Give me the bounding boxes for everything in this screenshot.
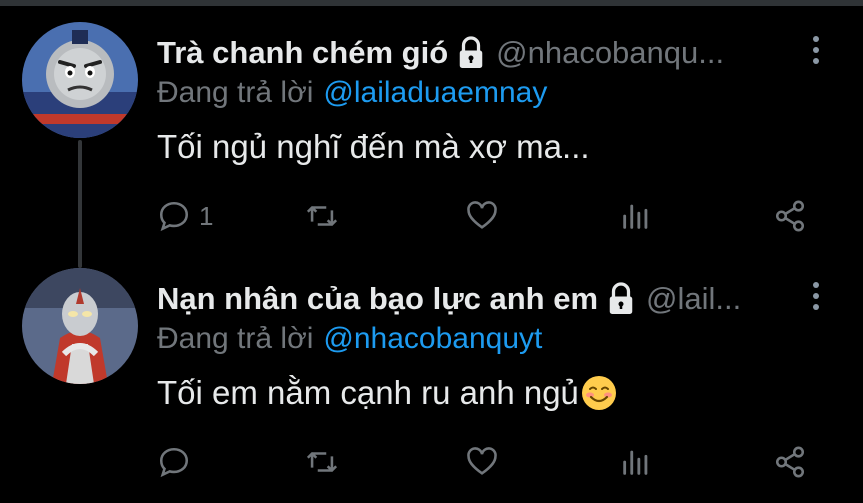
blue-cartoon-train-face-icon xyxy=(22,22,138,138)
user-handle[interactable]: @nhacobanqu... xyxy=(496,35,724,71)
more-options-icon[interactable] xyxy=(808,282,824,318)
thread-connector-line xyxy=(78,140,82,268)
replying-to-line: Đang trả lời @lailaduaemnay xyxy=(157,76,547,110)
lock-icon xyxy=(459,36,483,68)
bar-chart-icon xyxy=(623,450,648,475)
action-bar: 1 xyxy=(157,194,817,238)
lock-icon xyxy=(609,282,633,314)
retweet-button[interactable] xyxy=(305,440,339,484)
display-name[interactable]: Nạn nhân của bạo lực anh em xyxy=(157,281,598,317)
display-name[interactable]: Trà chanh chém gió xyxy=(157,35,448,71)
analytics-button[interactable] xyxy=(619,194,653,238)
tweet-body: Tối em nằm cạnh ru anh ngủ xyxy=(157,374,579,411)
avatar[interactable] xyxy=(22,22,138,138)
like-button[interactable] xyxy=(465,194,499,238)
user-handle[interactable]: @lail... xyxy=(646,281,741,317)
red-silver-hero-figure-icon xyxy=(22,268,138,384)
like-button[interactable] xyxy=(465,440,499,484)
analytics-button[interactable] xyxy=(619,440,653,484)
retweet-icon xyxy=(306,206,338,226)
more-options-icon[interactable] xyxy=(808,36,824,72)
tweet-text: Tối em nằm cạnh ru anh ngủ xyxy=(157,374,617,412)
replying-label: Đang trả lời xyxy=(157,322,314,355)
top-divider xyxy=(0,0,863,6)
replying-to-line: Đang trả lời @nhacobanquyt xyxy=(157,322,542,356)
share-button[interactable] xyxy=(773,440,807,484)
share-icon xyxy=(775,446,805,478)
reply-icon xyxy=(159,201,189,232)
tweet-header: Trà chanh chém gió @nhacobanqu... xyxy=(157,32,793,74)
share-icon xyxy=(775,200,805,232)
share-button[interactable] xyxy=(773,194,807,238)
reply-button[interactable] xyxy=(157,440,199,484)
tweet-text: Tối ngủ nghĩ đến mà xợ ma... xyxy=(157,128,590,166)
smiling-face-emoji xyxy=(581,376,616,410)
mention-link[interactable]: @lailaduaemnay xyxy=(323,76,547,109)
heart-icon xyxy=(467,447,497,475)
retweet-button[interactable] xyxy=(305,194,339,238)
tweet-header: Nạn nhân của bạo lực anh em @lail... xyxy=(157,278,793,320)
tweet-body: Tối ngủ nghĩ đến mà xợ ma... xyxy=(157,128,590,165)
action-bar xyxy=(157,440,817,484)
reply-count: 1 xyxy=(199,200,214,231)
reply-button[interactable]: 1 xyxy=(157,194,213,238)
replying-label: Đang trả lời xyxy=(157,76,314,109)
avatar[interactable] xyxy=(22,268,138,384)
retweet-icon xyxy=(306,452,338,472)
reply-icon xyxy=(159,447,189,478)
mention-link[interactable]: @nhacobanquyt xyxy=(323,322,542,355)
bar-chart-icon xyxy=(623,204,648,229)
heart-icon xyxy=(467,201,497,229)
